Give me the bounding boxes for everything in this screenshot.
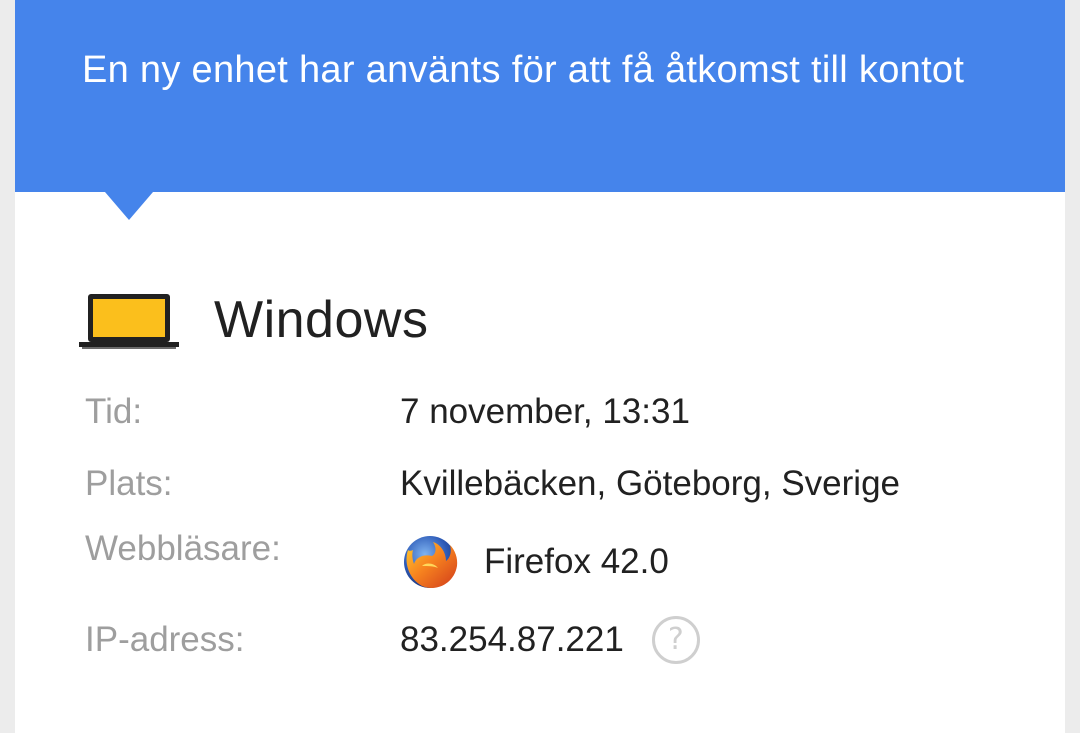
browser-value: Firefox 42.0	[484, 542, 669, 581]
location-row: Plats: Kvillebäcken, Göteborg, Sverige	[85, 459, 900, 509]
location-label: Plats:	[85, 464, 173, 503]
browser-row: Webbläsare: Firefox 42.0	[85, 529, 669, 588]
ip-value: 83.254.87.221	[400, 620, 624, 659]
device-header: Windows	[79, 282, 428, 358]
device-name: Windows	[214, 291, 429, 349]
browser-label: Webbläsare:	[85, 529, 281, 568]
ip-label: IP-adress:	[85, 620, 245, 659]
banner-text: En ny enhet har använts för att få åtkom…	[82, 49, 965, 91]
ip-value-wrap: 83.254.87.221 ?	[400, 616, 700, 664]
device-activity-card: En ny enhet har använts för att få åtkom…	[15, 0, 1065, 733]
time-row: Tid: 7 november, 13:31	[85, 387, 690, 437]
location-value: Kvillebäcken, Göteborg, Sverige	[400, 464, 900, 503]
time-value: 7 november, 13:31	[400, 392, 690, 431]
browser-value-wrap: Firefox 42.0	[400, 532, 669, 592]
laptop-icon	[79, 294, 179, 349]
ip-row: IP-adress: 83.254.87.221 ?	[85, 615, 700, 665]
time-label: Tid:	[85, 392, 143, 431]
firefox-icon	[404, 536, 458, 588]
notification-banner: En ny enhet har använts för att få åtkom…	[15, 0, 1065, 192]
question-circle-icon[interactable]: ?	[651, 616, 700, 664]
banner-pointer	[105, 192, 153, 220]
